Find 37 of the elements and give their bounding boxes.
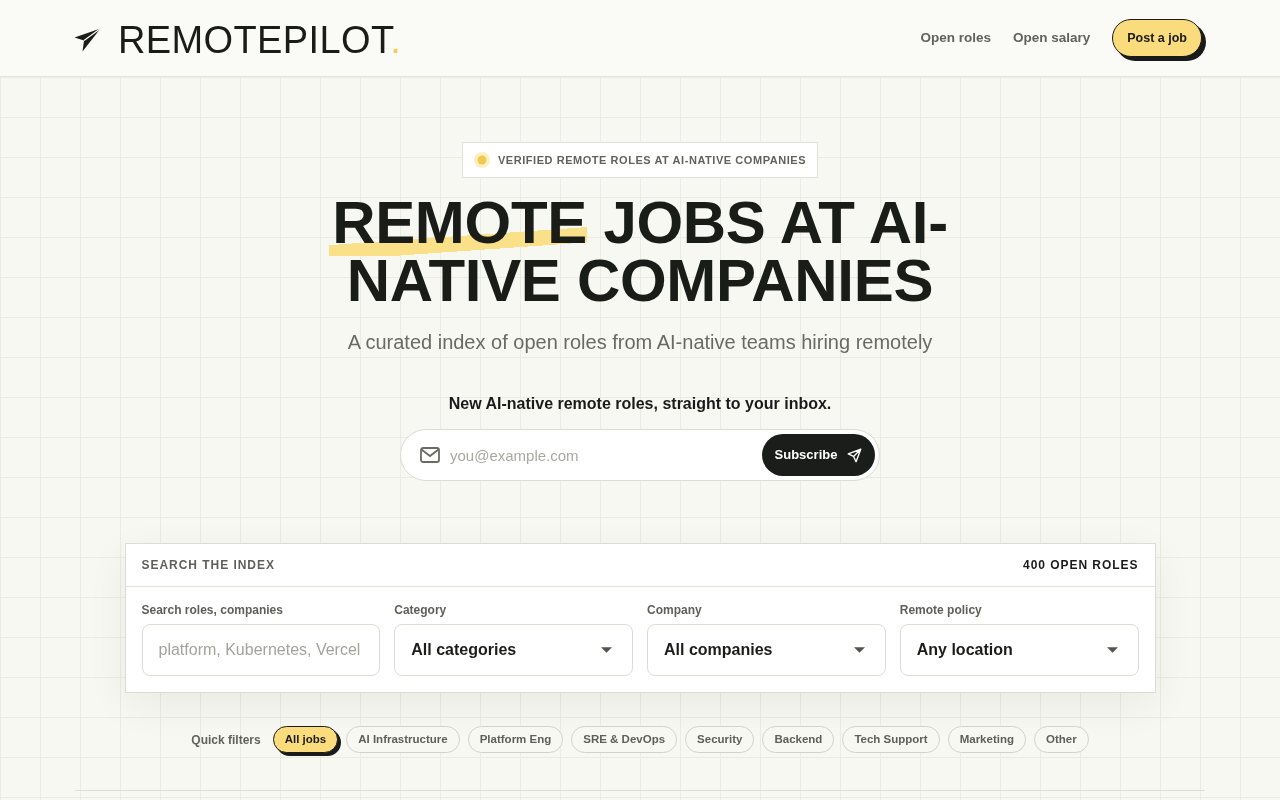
filter-chip[interactable]: AI Infrastructure <box>346 726 460 753</box>
caret-down-icon <box>853 647 865 653</box>
nav-link[interactable]: Open salary <box>1012 27 1091 49</box>
panel-title: SEARCH THE INDEX <box>141 557 275 574</box>
field-label: Remote policy <box>899 602 983 618</box>
subscribe-form[interactable]: you@example.com Subscribe <box>400 429 880 481</box>
search-field[interactable]: platform, Kubernetes, Vercel <box>141 624 381 676</box>
quick-filters-label: Quick filters <box>191 731 261 749</box>
caret-down-icon <box>1106 647 1118 653</box>
logo-text[interactable]: REMOTEPILOT. <box>118 21 402 59</box>
filter-chip[interactable]: Other <box>1034 726 1089 753</box>
mail-icon <box>420 447 440 463</box>
send-icon <box>847 447 863 463</box>
filter-chip[interactable]: All jobs <box>272 726 339 753</box>
field-label: Search roles, companies <box>141 602 284 618</box>
filter-chip[interactable]: Tech Support <box>842 726 940 753</box>
dropdown-select[interactable]: All companies <box>647 624 886 676</box>
hero-title: REMOTE JOBS AT AI-NATIVE COMPANIES <box>315 194 965 310</box>
newsletter-prompt: New AI-native remote roles, straight to your inbox. <box>448 394 832 414</box>
status-dot-icon <box>473 152 490 168</box>
dropdown-select[interactable]: Any location <box>899 624 1139 676</box>
nav-link[interactable]: Open roles <box>920 27 991 49</box>
hero-badge: VERIFIED REMOTE ROLES AT AI-NATIVE COMPANIES <box>461 142 819 178</box>
dropdown-select[interactable]: All categories <box>394 624 633 676</box>
paper-plane-icon <box>74 28 101 52</box>
email-field[interactable]: you@example.com <box>450 430 752 480</box>
filter-chip[interactable]: Security <box>685 726 755 753</box>
field-label: Category <box>394 602 448 618</box>
filter-chip[interactable]: Marketing <box>947 726 1026 753</box>
filter-chip[interactable]: SRE & DevOps <box>571 726 678 753</box>
filter-chip[interactable]: Platform Eng <box>467 726 564 753</box>
caret-down-icon <box>601 647 612 653</box>
subscribe-button[interactable]: Subscribe <box>762 434 875 476</box>
hero-subtitle: A curated index of open roles from AI-native teams hiring remotely <box>347 330 933 355</box>
open-roles-count: 400 OPEN ROLES <box>1023 557 1139 574</box>
filter-chip[interactable]: Backend <box>762 726 835 753</box>
field-label: Company <box>647 602 703 618</box>
